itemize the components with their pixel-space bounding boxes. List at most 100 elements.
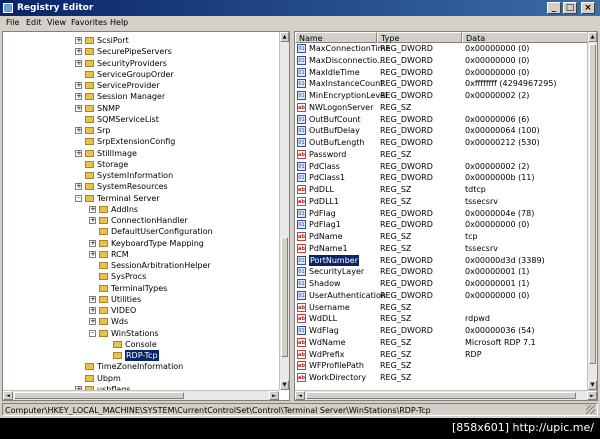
expand-icon[interactable]: + bbox=[89, 295, 96, 303]
values-scroll-thumb[interactable] bbox=[589, 44, 596, 364]
value-row[interactable]: 01 MaxIdleTime REG_DWORD 0x00000000 (0) bbox=[295, 67, 589, 78]
menu-file[interactable]: File bbox=[6, 16, 19, 30]
close-button[interactable]: × bbox=[581, 2, 595, 14]
value-row[interactable]: 01 OutBufDelay REG_DWORD 0x00000064 (100) bbox=[295, 125, 589, 136]
value-row[interactable]: 01 Shadow REG_DWORD 0x00000001 (1) bbox=[295, 278, 589, 289]
value-row[interactable]: ab Username REG_SZ bbox=[295, 302, 589, 313]
value-row[interactable]: 01 PdFlag REG_DWORD 0x0000004e (78) bbox=[295, 208, 589, 219]
folder-icon bbox=[85, 37, 94, 44]
value-row[interactable]: ab WdDLL REG_SZ rdpwd bbox=[295, 313, 589, 324]
menu-help[interactable]: Help bbox=[110, 16, 128, 30]
expand-icon[interactable]: + bbox=[89, 307, 96, 314]
value-row[interactable]: 01 MaxConnectionTime REG_DWORD 0x00000000 (… bbox=[295, 43, 589, 54]
menu-view[interactable]: View bbox=[47, 16, 66, 30]
status-path: Computer\HKEY_LOCAL_MACHINE\SYSTEM\Curre… bbox=[5, 406, 431, 415]
value-data: rdpwd bbox=[465, 314, 490, 324]
menu-edit[interactable]: Edit bbox=[26, 16, 42, 30]
expand-icon[interactable]: + bbox=[89, 217, 96, 224]
expand-icon[interactable]: + bbox=[75, 82, 82, 89]
menu-favorites[interactable]: Favorites bbox=[71, 16, 107, 30]
expand-icon[interactable]: + bbox=[75, 183, 82, 191]
scroll-left-arrow-icon[interactable]: ◄ bbox=[295, 391, 305, 400]
value-row[interactable]: 01 OutBufCount REG_DWORD 0x00000006 (6) bbox=[295, 114, 589, 125]
value-row[interactable]: 01 PdClass1 REG_DWORD 0x0000000b (11) bbox=[295, 172, 589, 183]
value-type: REG_SZ bbox=[380, 185, 412, 194]
resize-grip-icon[interactable] bbox=[586, 405, 595, 414]
value-row[interactable]: ab PdDLL1 REG_SZ tssecsrv bbox=[295, 196, 589, 207]
expand-icon[interactable]: + bbox=[75, 104, 82, 112]
scroll-right-arrow-icon[interactable]: ► bbox=[587, 391, 597, 400]
key-tree-pane[interactable]: + ScsiPort + SecurePipeServers + SecurityProv… bbox=[2, 31, 290, 401]
value-row[interactable]: 01 SecurityLayer REG_DWORD 0x00000001 (1) bbox=[295, 266, 589, 277]
values-horizontal-scrollbar[interactable]: ◄ ► bbox=[295, 390, 597, 400]
tree-vertical-scrollbar[interactable]: ▲ ▼ bbox=[279, 32, 289, 390]
value-row[interactable]: 01 MinEncryptionLevel REG_DWORD 0x00000002 … bbox=[295, 90, 589, 101]
value-row[interactable]: ab Password REG_SZ bbox=[295, 149, 589, 160]
collapse-icon[interactable]: - bbox=[75, 194, 82, 202]
folder-icon bbox=[99, 284, 108, 292]
expand-icon[interactable]: + bbox=[75, 59, 82, 67]
value-type: REG_SZ bbox=[380, 102, 412, 112]
expand-icon[interactable]: + bbox=[75, 93, 82, 101]
expand-icon[interactable]: + bbox=[75, 149, 82, 157]
expand-icon[interactable]: + bbox=[75, 37, 82, 44]
folder-icon bbox=[85, 48, 94, 56]
tree-scroll-thumb[interactable] bbox=[281, 237, 288, 357]
tree-hscroll-thumb[interactable] bbox=[14, 392, 184, 399]
expand-icon[interactable]: + bbox=[75, 48, 82, 56]
tree-item-label: Console bbox=[125, 339, 157, 349]
value-type: REG_DWORD bbox=[380, 279, 433, 288]
value-row[interactable]: ab WdPrefix REG_SZ RDP bbox=[295, 349, 589, 360]
scroll-up-arrow-icon[interactable]: ▲ bbox=[280, 32, 289, 42]
values-vertical-scrollbar[interactable]: ▲ ▼ bbox=[587, 32, 597, 390]
value-row[interactable]: ab PdName1 REG_SZ tssecsrv bbox=[295, 243, 589, 254]
expand-icon[interactable]: + bbox=[75, 127, 82, 134]
value-data: 0x0000000b (11) bbox=[465, 173, 535, 183]
collapse-icon[interactable]: - bbox=[89, 329, 96, 337]
scroll-down-arrow-icon[interactable]: ▼ bbox=[588, 380, 597, 390]
value-row[interactable]: 01 PdClass REG_DWORD 0x00000002 (2) bbox=[295, 161, 589, 172]
maximize-button[interactable]: □ bbox=[563, 2, 577, 14]
value-row[interactable]: ab PdName REG_SZ tcp bbox=[295, 231, 589, 242]
value-row[interactable]: ab WorkDirectory REG_SZ bbox=[295, 372, 589, 383]
expand-icon[interactable]: + bbox=[89, 318, 96, 326]
value-row[interactable]: 01 PortNumber REG_DWORD 0x00000d3d (3389) bbox=[295, 254, 589, 266]
value-row[interactable]: 01 PdFlag1 REG_DWORD 0x00000000 (0) bbox=[295, 219, 589, 230]
expand-icon[interactable]: + bbox=[89, 239, 96, 247]
dword-value-icon: 01 bbox=[297, 220, 306, 230]
value-row[interactable]: 01 OutBufLength REG_DWORD 0x00000212 (530) bbox=[295, 137, 589, 148]
registry-editor-icon bbox=[3, 3, 13, 13]
value-type: REG_DWORD bbox=[380, 220, 433, 230]
expand-icon[interactable]: + bbox=[89, 205, 96, 213]
scroll-left-arrow-icon[interactable]: ◄ bbox=[3, 391, 13, 400]
column-header-type[interactable]: Type bbox=[377, 32, 462, 43]
minimize-button[interactable]: _ bbox=[547, 2, 561, 14]
column-header-name[interactable]: Name bbox=[295, 32, 377, 43]
value-type: REG_DWORD bbox=[380, 173, 433, 183]
folder-icon bbox=[99, 262, 108, 269]
value-row[interactable]: ab NWLogonServer REG_SZ bbox=[295, 102, 589, 113]
tree-item-label: SecurityProviders bbox=[97, 58, 167, 68]
expand-icon[interactable]: + bbox=[89, 250, 96, 258]
scroll-up-arrow-icon[interactable]: ▲ bbox=[588, 32, 597, 42]
value-row[interactable]: ab WdName REG_SZ Microsoft RDP 7.1 bbox=[295, 337, 589, 348]
tree-item-label: TimeZoneInformation bbox=[97, 362, 184, 372]
value-row[interactable]: ab PdDLL REG_SZ tdtcp bbox=[295, 184, 589, 195]
value-row[interactable]: 01 UserAuthentication REG_DWORD 0x00000000 … bbox=[295, 290, 589, 301]
value-name: MaxConnectionTime bbox=[309, 44, 391, 53]
value-row[interactable]: ab WFProfilePath REG_SZ bbox=[295, 360, 589, 371]
values-hscroll-thumb[interactable] bbox=[306, 392, 576, 399]
value-type: REG_DWORD bbox=[380, 267, 433, 277]
column-header-data[interactable]: Data bbox=[462, 32, 589, 43]
folder-icon bbox=[99, 273, 108, 281]
scroll-right-arrow-icon[interactable]: ► bbox=[269, 391, 279, 400]
value-row[interactable]: 01 WdFlag REG_DWORD 0x00000036 (54) bbox=[295, 325, 589, 336]
value-data: Microsoft RDP 7.1 bbox=[465, 337, 536, 347]
value-row[interactable]: 01 MaxDisconnectio... REG_DWORD 0x00000000 … bbox=[295, 55, 589, 66]
value-data: 0x00000036 (54) bbox=[465, 326, 535, 335]
scroll-down-arrow-icon[interactable]: ▼ bbox=[280, 380, 289, 390]
title-bar[interactable]: Registry Editor _ □ × bbox=[0, 0, 600, 16]
values-list-pane[interactable]: Name Type Data 01 MaxConnectionTime REG_DW… bbox=[294, 31, 598, 401]
tree-horizontal-scrollbar[interactable]: ◄ ► bbox=[3, 390, 279, 400]
value-row[interactable]: 01 MaxInstanceCount REG_DWORD 0xffffffff (4… bbox=[295, 78, 589, 89]
